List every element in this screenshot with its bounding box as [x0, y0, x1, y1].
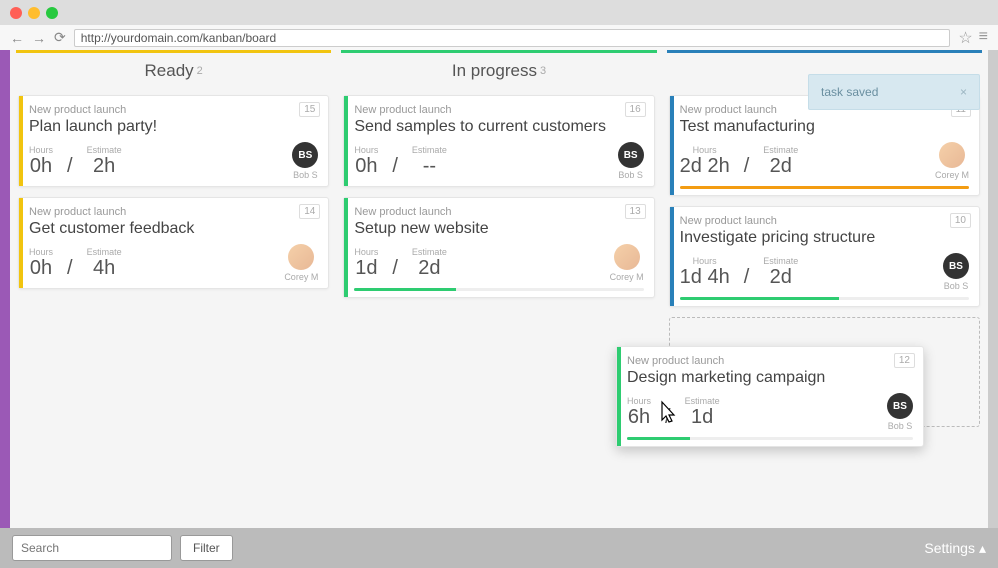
kanban-card-dragging[interactable]: New product launch Design marketing camp…	[616, 346, 924, 447]
card-project: New product launch	[354, 206, 643, 218]
card-number: 12	[894, 353, 915, 368]
prev-column-edge[interactable]	[0, 50, 10, 528]
card-title: Send samples to current customers	[354, 118, 643, 136]
column-title: In progress	[452, 61, 537, 81]
card-stripe	[344, 198, 348, 297]
card-hours: 0h	[29, 155, 53, 178]
card-title: Design marketing campaign	[627, 369, 913, 387]
card-title: Plan launch party!	[29, 118, 318, 136]
avatar: BS	[618, 142, 644, 168]
assignee-name: Corey M	[610, 272, 644, 282]
chevron-up-icon: ▴	[979, 540, 986, 557]
assignee-name: Corey M	[935, 170, 969, 180]
card-project: New product launch	[29, 104, 318, 116]
card-estimate: --	[412, 155, 447, 178]
assignee-name: Bob S	[292, 170, 318, 180]
column-in-progress: In progress 3 New product launch Send sa…	[341, 50, 656, 528]
window-maximize-icon[interactable]	[46, 7, 58, 19]
footer-bar: Filter Settings ▴	[0, 528, 998, 568]
kanban-card[interactable]: New product launch Send samples to curre…	[343, 95, 654, 187]
card-title: Investigate pricing structure	[680, 229, 969, 247]
avatar	[614, 244, 640, 270]
card-estimate: 2d	[412, 257, 447, 280]
column-ready: Ready 2 New product launch Plan launch p…	[16, 50, 331, 528]
toast-close-icon[interactable]: ×	[960, 85, 967, 99]
forward-icon[interactable]: →	[32, 30, 46, 46]
column-blue: New product launch Test manufacturing 11…	[667, 50, 982, 528]
card-number: 10	[950, 213, 971, 228]
search-input[interactable]	[12, 535, 172, 561]
window-minimize-icon[interactable]	[28, 7, 40, 19]
progress-bar	[680, 186, 969, 189]
assignee-name: Bob S	[887, 421, 913, 431]
card-title: Get customer feedback	[29, 220, 318, 238]
card-project: New product launch	[627, 355, 913, 367]
kanban-card[interactable]: New product launch Get customer feedback…	[18, 197, 329, 289]
column-count: 2	[197, 65, 203, 77]
kanban-board: Ready 2 New product launch Plan launch p…	[0, 50, 998, 528]
progress-bar	[354, 288, 643, 291]
card-hours: 6h	[627, 406, 651, 429]
card-stripe	[670, 96, 674, 195]
card-estimate: 4h	[87, 257, 122, 280]
progress-bar	[680, 297, 969, 300]
assignee-name: Corey M	[284, 272, 318, 282]
toast-notification: task saved ×	[808, 74, 980, 110]
card-title: Setup new website	[354, 220, 643, 238]
browser-chrome: ← → ⟳ http://yourdomain.com/kanban/board…	[0, 0, 998, 50]
back-icon[interactable]: ←	[10, 30, 24, 46]
avatar: BS	[292, 142, 318, 168]
avatar: BS	[943, 253, 969, 279]
card-project: New product launch	[680, 215, 969, 227]
card-number: 13	[625, 204, 646, 219]
column-count: 3	[540, 65, 546, 77]
card-estimate: 2h	[87, 155, 122, 178]
assignee-name: Bob S	[618, 170, 644, 180]
progress-bar	[627, 437, 913, 440]
card-number: 14	[299, 204, 320, 219]
url-bar[interactable]: http://yourdomain.com/kanban/board	[74, 29, 951, 47]
avatar	[288, 244, 314, 270]
settings-button[interactable]: Settings ▴	[924, 540, 986, 557]
menu-icon[interactable]: ≡	[979, 28, 988, 48]
card-hours: 0h	[29, 257, 53, 280]
card-stripe	[670, 207, 674, 306]
card-hours: 1d	[354, 257, 378, 280]
tab-bar	[0, 0, 998, 25]
card-number: 16	[625, 102, 646, 117]
card-number: 15	[299, 102, 320, 117]
window-close-icon[interactable]	[10, 7, 22, 19]
kanban-card[interactable]: New product launch Test manufacturing 11…	[669, 95, 980, 196]
card-estimate: 1d	[685, 406, 720, 429]
column-title: Ready	[145, 61, 194, 81]
card-hours: 1d 4h	[680, 266, 730, 289]
reload-icon[interactable]: ⟳	[54, 29, 66, 46]
card-estimate: 2d	[763, 155, 798, 178]
card-stripe	[19, 96, 23, 186]
kanban-card[interactable]: New product launch Setup new website 13 …	[343, 197, 654, 298]
card-stripe	[19, 198, 23, 288]
card-hours: 2d 2h	[680, 155, 730, 178]
kanban-card[interactable]: New product launch Plan launch party! 15…	[18, 95, 329, 187]
card-project: New product launch	[29, 206, 318, 218]
filter-button[interactable]: Filter	[180, 535, 233, 561]
bookmark-icon[interactable]: ☆	[958, 28, 972, 48]
column-header: Ready 2	[16, 53, 331, 89]
card-estimate: 2d	[763, 266, 798, 289]
card-project: New product launch	[354, 104, 643, 116]
assignee-name: Bob S	[943, 281, 969, 291]
next-column-edge[interactable]	[988, 50, 998, 528]
avatar	[939, 142, 965, 168]
column-header: In progress 3	[341, 53, 656, 89]
card-stripe	[617, 347, 621, 446]
card-stripe	[344, 96, 348, 186]
toast-message: task saved	[821, 85, 878, 99]
kanban-card[interactable]: New product launch Investigate pricing s…	[669, 206, 980, 307]
card-title: Test manufacturing	[680, 118, 969, 136]
card-hours: 0h	[354, 155, 378, 178]
avatar: BS	[887, 393, 913, 419]
